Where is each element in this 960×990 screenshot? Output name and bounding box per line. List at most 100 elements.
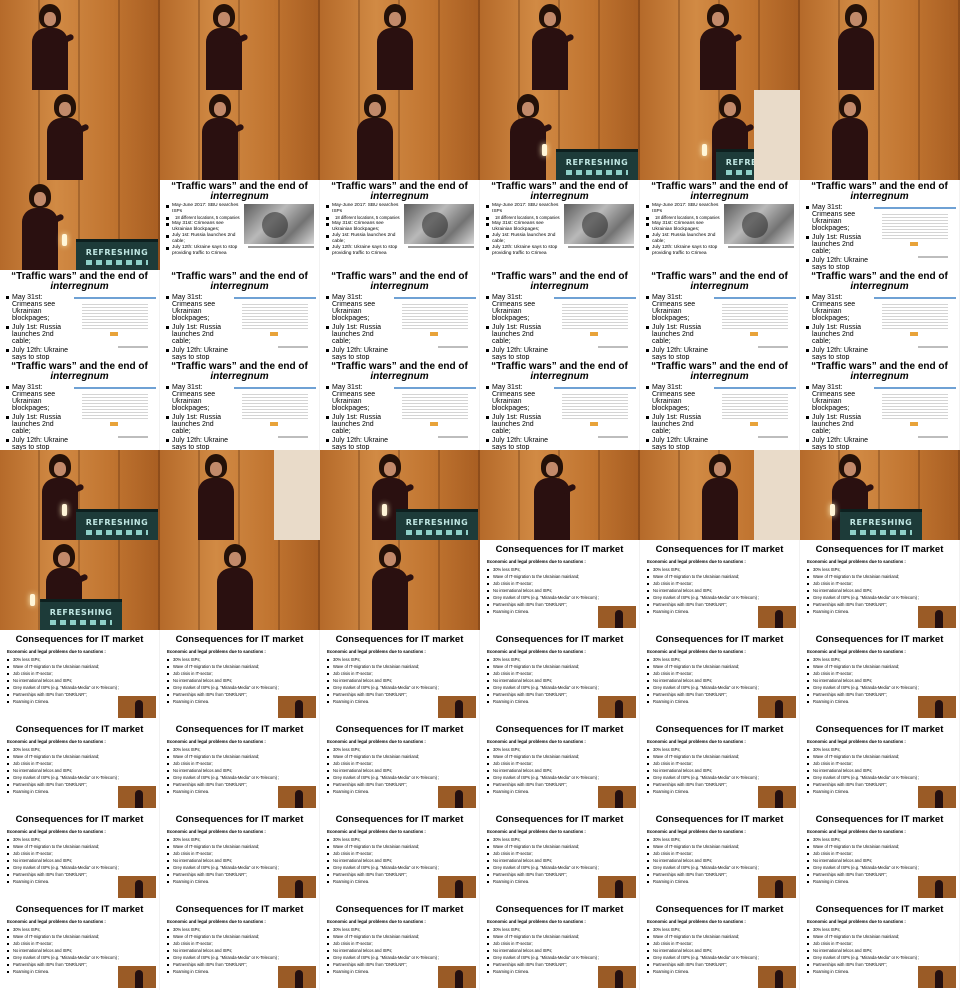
slide-bullet: Grey market of ISPs (e.g. “Miranda-Media… [807,954,947,961]
slide-bullet: Grey market of ISPs (e.g. “Miranda-Media… [487,864,627,871]
slide-intro: Economic and legal problems due to sanct… [167,919,266,924]
slide-consequences: Consequences for IT market Economic and l… [0,900,160,990]
doorway-light [274,450,320,540]
slide-traffic-wars: “Traffic wars” and the end of interregnum… [320,180,480,270]
slide-bullet: Wave of IT-migration to the Ukrainian ma… [167,663,307,670]
slide-bullet: July 12th: Ukraine says to stop providin… [646,347,712,360]
slide-intro: Economic and legal problems due to sanct… [327,919,426,924]
speaker-inset [918,696,956,718]
slide-bullet: Wave of IT-migration to the Ukrainian ma… [807,573,947,580]
slide-bullet: Grey market of ISPs (e.g. “Miranda-Media… [647,954,787,961]
speaker [204,0,249,90]
speaker-face [714,462,726,476]
slide-bullet: Wave of IT-migration to the Ukrainian ma… [7,753,147,760]
speaker-inset [598,606,636,628]
speaker-body [217,568,253,630]
slide-title: “Traffic wars” and the end of interregnum [640,182,799,202]
slide-source-line [758,346,788,348]
slide-title: Consequences for IT market [495,904,624,915]
desk-lamp [830,504,835,516]
slide-bullets: May-June 2017: SBU searches ISPs 18 diffe… [646,203,720,257]
slide-bullet: Job crisis in IT-sector; [807,760,947,767]
podium-label: REFRESHING [405,518,469,527]
slide-traffic-wars: “Traffic wars” and the end of interregnum… [480,360,640,450]
speaker-inset [278,966,316,988]
slide-title: Consequences for IT market [15,724,144,735]
slide-bullet: Job crisis in IT-sector; [807,670,947,677]
slide-consequences: Consequences for IT market Economic and l… [800,810,960,900]
slide-table-header [874,207,956,209]
slide-bullet: Job crisis in IT-sector; [327,670,467,677]
slide-bullet: No international telcos and ISPs; [487,587,627,594]
slide-traffic-wars: “Traffic wars” and the end of interregnum… [480,270,640,360]
slide-table-highlight [430,422,438,426]
slide-consequences: Consequences for IT market Economic and l… [640,720,800,810]
slide-intro: Economic and legal problems due to sanct… [167,739,266,744]
slide-bullet: Grey market of ISPs (e.g. “Miranda-Media… [647,864,787,871]
slide-bullets: May 31st: Crimeans see Ukrainian blockpa… [166,384,232,450]
podium-logo [86,530,148,535]
slide-bullet: Wave of IT-migration to the Ukrainian ma… [807,933,947,940]
slide-title: “Traffic wars” and the end of interregnum [320,362,479,382]
slide-bullet: Grey market of ISPs (e.g. “Miranda-Media… [647,594,787,601]
slide-table-header [394,297,476,299]
slide-bullet: 30% less ISPs; [487,836,627,843]
slide-bullet: Grey market of ISPs (e.g. “Miranda-Media… [807,684,947,691]
slide-bullet: No international telcos and ISPs; [647,947,787,954]
slide-consequences: Consequences for IT market Economic and l… [480,540,640,630]
slide-table-highlight [750,422,758,426]
slide-table [242,304,308,330]
slide-bullet: 30% less ISPs; [807,656,947,663]
slide-bullets: May 31st: Crimeans see Ukrainian blockpa… [166,294,232,360]
speaker-face [850,12,862,26]
slide-table-header [394,387,476,389]
slide-bullet: Job crisis in IT-sector; [167,670,307,677]
slide-intro: Economic and legal problems due to sanct… [807,829,906,834]
slide-bullet: Job crisis in IT-sector; [7,670,147,677]
video-frame [320,90,480,180]
slide-bullet: Wave of IT-migration to the Ukrainian ma… [647,753,787,760]
slide-bullet: May 31st: Crimeans see Ukrainian blockpa… [646,221,720,233]
slide-title: “Traffic wars” and the end of interregnum [160,362,319,382]
speaker-inset [118,696,156,718]
slide-bullet: No international telcos and ISPs; [647,677,787,684]
slide-title: “Traffic wars” and the end of interregnum [800,182,959,202]
slide-photo [404,204,474,244]
video-frame [160,90,320,180]
speaker-body [198,478,234,540]
speaker-face [54,462,66,476]
slide-bullet: No international telcos and ISPs; [807,587,947,594]
slide-bullet: Wave of IT-migration to the Ukrainian ma… [487,933,627,940]
slide-table [722,394,788,420]
slide-title: Consequences for IT market [655,544,784,555]
slide-title-emphasis: interregnum [370,371,429,382]
slide-table [882,394,948,420]
speaker [370,540,415,630]
slide-bullet: Job crisis in IT-sector; [487,760,627,767]
slide-bullet: May 31st: Crimeans see Ukrainian blockpa… [166,294,232,322]
slide-table-highlight [430,332,438,336]
slide-title: “Traffic wars” and the end of interregnum [640,272,799,292]
slide-consequences: Consequences for IT market Economic and l… [0,810,160,900]
speaker-inset [438,786,476,808]
slide-bullets: May-June 2017: SBU searches ISPs 18 diffe… [166,203,240,257]
slide-traffic-wars: “Traffic wars” and the end of interregnum… [320,270,480,360]
slide-bullet: Job crisis in IT-sector; [807,580,947,587]
slide-bullet: Wave of IT-migration to the Ukrainian ma… [7,843,147,850]
slide-table-highlight [110,422,118,426]
slide-table [562,304,628,330]
slide-source-line [278,436,308,438]
slide-bullet: Job crisis in IT-sector; [807,850,947,857]
slide-bullet: Job crisis in IT-sector; [647,580,787,587]
slide-bullet: Job crisis in IT-sector; [167,760,307,767]
podium-logo [50,620,112,625]
slide-bullet: May 31st: Crimeans see Ukrainian blockpa… [806,384,872,412]
slide-intro: Economic and legal problems due to sanct… [647,649,746,654]
slide-title: “Traffic wars” and the end of interregnum [320,182,479,202]
speaker-inset [118,786,156,808]
slide-title: “Traffic wars” and the end of interregnum [800,272,959,292]
slide-source-line [918,436,948,438]
slide-bullet: 30% less ISPs; [167,926,307,933]
desk-lamp [382,504,387,516]
slide-bullet: May 31st: Crimeans see Ukrainian blockpa… [486,294,552,322]
